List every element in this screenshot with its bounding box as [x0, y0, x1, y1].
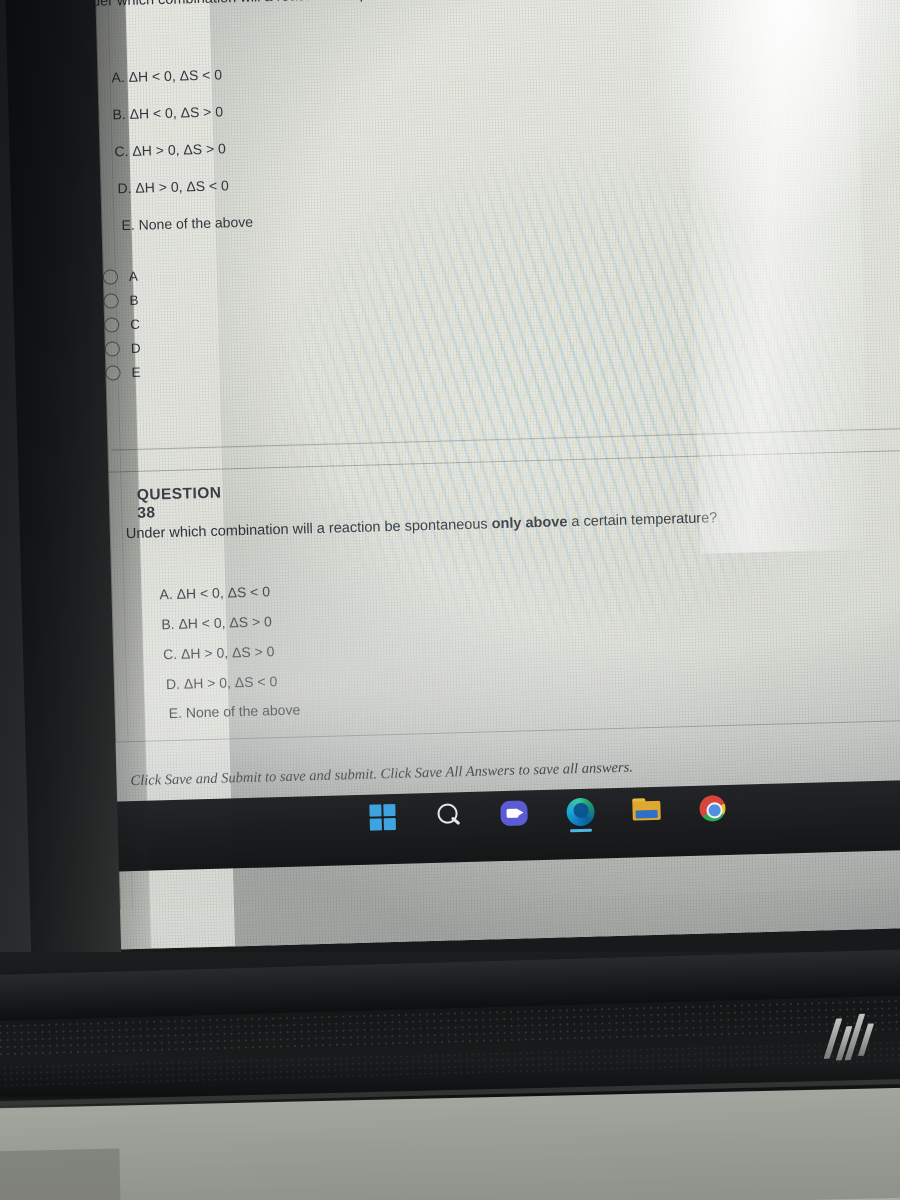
- windows-start-icon: [369, 804, 382, 817]
- question-38-heading: QUESTION 38: [136, 484, 222, 522]
- question-38-prompt-emphasis: only above: [491, 514, 568, 533]
- edge-active-indicator: [570, 828, 593, 833]
- taskbar-file-explorer-button[interactable]: [631, 795, 662, 826]
- question-38-option-a: A. ΔH < 0, ΔS < 0: [159, 583, 271, 603]
- laptop-screen: QUESTION 37 Under which combination will…: [0, 0, 900, 984]
- teams-icon-camera-lens: [518, 809, 524, 816]
- question-37-option-a: A. ΔH < 0, ΔS < 0: [111, 66, 223, 86]
- question-38-option-d: D. ΔH > 0, ΔS < 0: [165, 673, 278, 693]
- windows-start-icon-tile4: [383, 817, 396, 831]
- taskbar-edge-button[interactable]: [565, 797, 596, 833]
- taskbar-teams-button[interactable]: [499, 798, 530, 829]
- taskbar-search-button[interactable]: [433, 800, 464, 831]
- laptop-palmrest: [0, 1087, 900, 1200]
- teams-icon-camera-body: [506, 808, 519, 818]
- laptop-palmrest-notch: [0, 1148, 121, 1200]
- question-38-option-b: B. ΔH < 0, ΔS > 0: [161, 613, 273, 633]
- taskbar-chrome-button[interactable]: [697, 793, 728, 824]
- hp-logo: [823, 1009, 885, 1074]
- windows-start-icon-tile2: [383, 803, 396, 817]
- laptop-screen-photo: QUESTION 37 Under which combination will…: [0, 0, 900, 1200]
- question-37-option-b: B. ΔH < 0, ΔS > 0: [112, 103, 224, 123]
- taskbar-start-button[interactable]: [367, 802, 398, 833]
- windows-start-icon-tile3: [369, 818, 382, 831]
- folder-icon-front: [635, 809, 658, 819]
- question-38-option-c: C. ΔH > 0, ΔS > 0: [162, 643, 275, 663]
- question-37-option-d: D. ΔH > 0, ΔS < 0: [117, 177, 230, 197]
- question-37-option-c: C. ΔH > 0, ΔS > 0: [114, 140, 227, 160]
